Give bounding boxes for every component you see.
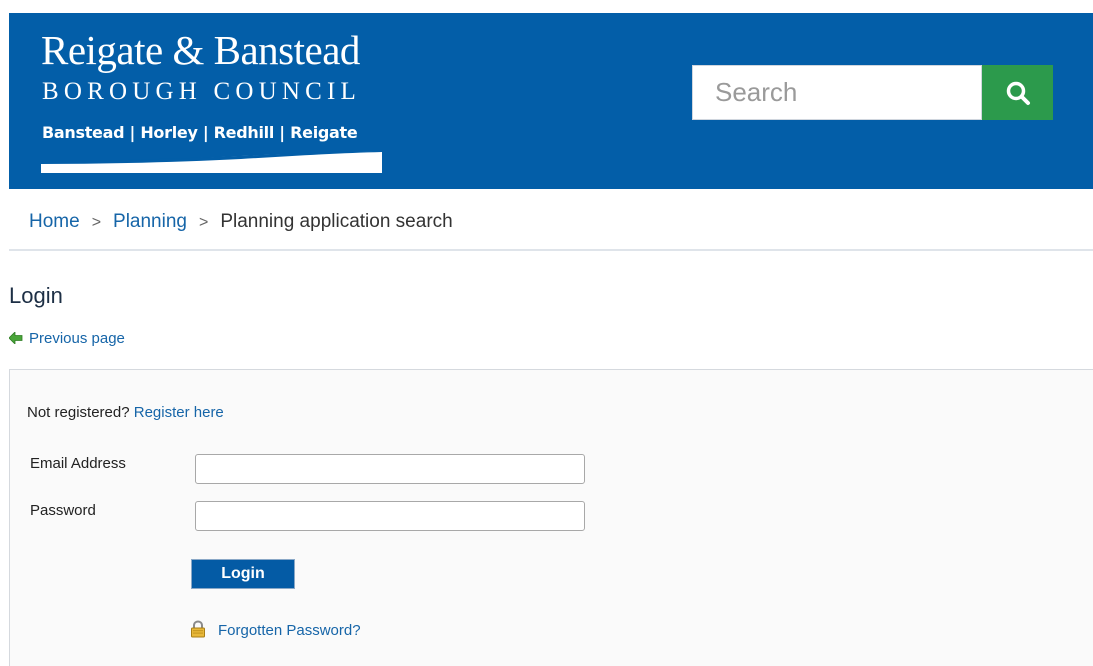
logo-towns: Banstead | Horley | Redhill | Reigate	[42, 123, 358, 142]
register-link[interactable]: Register here	[134, 404, 224, 421]
search-input[interactable]	[692, 65, 982, 120]
council-logo[interactable]: Reigate & Banstead BOROUGH COUNCIL Banst…	[41, 27, 386, 173]
logo-subtitle: BOROUGH COUNCIL	[42, 78, 361, 105]
forgotten-password-label: Forgotten Password?	[218, 622, 361, 639]
breadcrumb-planning[interactable]: Planning	[113, 211, 187, 232]
not-registered-text: Not registered? Register here	[27, 403, 224, 423]
breadcrumb: Home > Planning > Planning application searc…	[29, 208, 453, 237]
chevron-right-icon: >	[198, 214, 209, 231]
previous-page-link[interactable]: Previous page	[9, 329, 125, 349]
chevron-right-icon: >	[91, 214, 102, 231]
search-icon	[1006, 81, 1030, 105]
password-field[interactable]	[195, 501, 585, 531]
left-arrow-icon	[9, 332, 23, 344]
breadcrumb-home[interactable]: Home	[29, 211, 80, 232]
breadcrumb-divider	[9, 249, 1093, 251]
page-title: Login	[9, 283, 63, 308]
email-field[interactable]	[195, 454, 585, 484]
site-header: Reigate & Banstead BOROUGH COUNCIL Banst…	[9, 13, 1093, 189]
logo-title: Reigate & Banstead	[41, 27, 360, 73]
lock-icon	[191, 620, 205, 638]
search-button[interactable]	[982, 65, 1053, 120]
logo-swoosh-icon	[41, 151, 382, 173]
login-panel: Not registered? Register here Email Addr…	[9, 369, 1093, 666]
login-button[interactable]: Login	[191, 559, 295, 589]
forgotten-password-link[interactable]: Forgotten Password?	[189, 620, 361, 641]
breadcrumb-current: Planning application search	[220, 211, 453, 232]
email-label: Email Address	[30, 455, 126, 472]
previous-page-label: Previous page	[29, 330, 125, 347]
not-registered-label: Not registered?	[27, 404, 130, 421]
password-label: Password	[30, 502, 96, 519]
